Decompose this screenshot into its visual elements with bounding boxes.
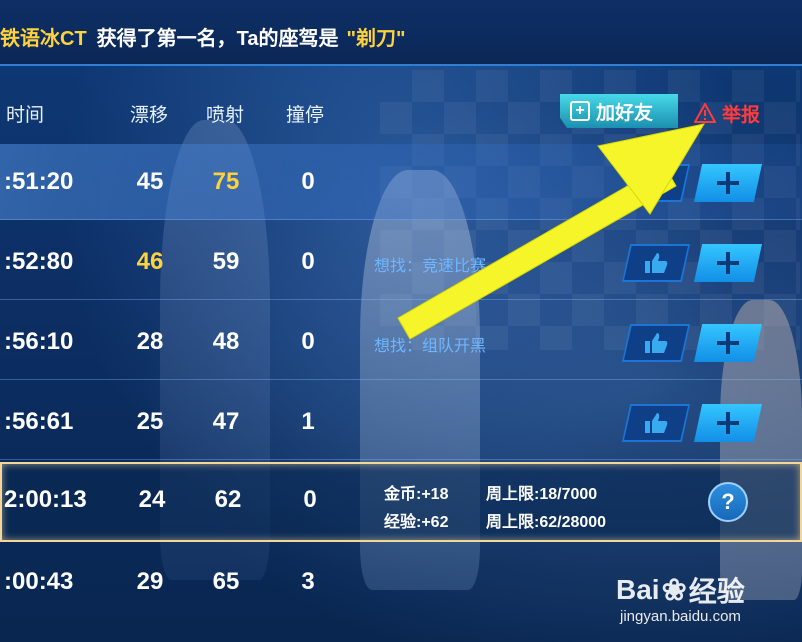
watermark-url: jingyan.baidu.com: [620, 608, 741, 625]
yellow-arrow-annotation: [397, 123, 706, 340]
baidu-watermark: Bai ❀ 经验: [616, 570, 745, 610]
paw-icon: ❀: [661, 573, 687, 607]
watermark-brand-2: 经验: [688, 576, 745, 607]
watermark-brand: Bai: [616, 574, 660, 605]
